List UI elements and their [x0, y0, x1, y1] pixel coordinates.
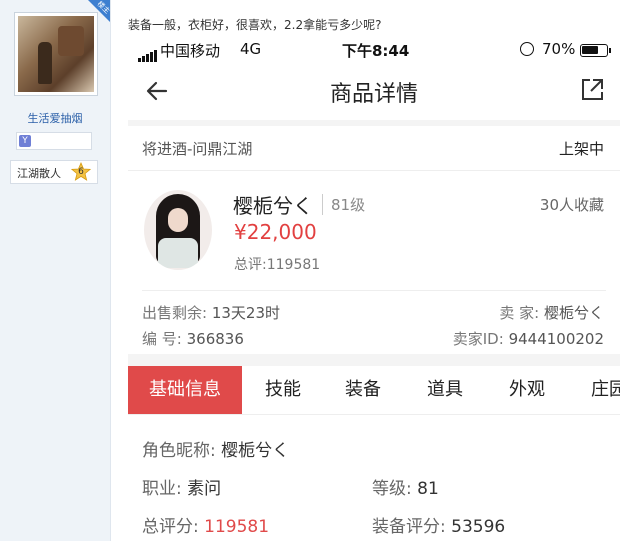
page-title: 商品详情: [329, 82, 418, 107]
character-level: 81级: [322, 194, 365, 215]
total-score-value: 119581: [204, 517, 270, 537]
total-score-label: 总评分:: [142, 517, 199, 537]
time-left-value: 13天23时: [211, 304, 281, 322]
nickname-value: 樱栀兮く: [221, 441, 290, 461]
tab-items[interactable]: 道具: [410, 366, 480, 414]
seller-label: 卖 家:: [499, 304, 540, 322]
level-label: 等级:: [372, 479, 412, 499]
rank-star-icon: 6: [70, 161, 92, 182]
clock: 下午8:44: [342, 42, 410, 60]
equip-score-row: 装备评分: 53596: [372, 512, 505, 537]
nickname-label: 角色昵称:: [142, 441, 216, 461]
status-bar: 中国移动 4G 下午8:44 70%: [128, 36, 620, 64]
level-row: 等级: 81: [372, 474, 439, 499]
number-value: 366836: [186, 330, 244, 348]
nav-bar: 商品详情: [128, 64, 620, 121]
user-rank: 江湖散人 6: [10, 160, 98, 184]
server-name: 将进酒-问鼎江湖: [142, 140, 253, 158]
op-badge: 楼主: [88, 0, 110, 22]
seller-id: 卖家ID: 9444100202: [453, 328, 604, 349]
seller-value: 樱栀兮く: [543, 304, 604, 322]
network-type: 4G: [240, 40, 262, 58]
tab-bar: 基础信息 技能 装备 道具 外观 庄园: [128, 366, 620, 415]
tab-manor[interactable]: 庄园: [574, 366, 620, 414]
total-score: 总评:119581: [234, 257, 321, 273]
item-number: 编 号: 366836: [142, 328, 244, 349]
tab-skills[interactable]: 技能: [248, 366, 318, 414]
favorite-count: 30人收藏: [539, 196, 604, 214]
nickname-row: 角色昵称: 樱栀兮く: [142, 436, 289, 461]
signal-icon: [138, 44, 158, 62]
rank-title: 江湖散人: [17, 167, 61, 180]
battery-percent: 70%: [542, 40, 576, 58]
post-text: 装备一般，衣柜好，很喜欢，2.2拿能亏多少呢?: [128, 18, 382, 32]
time-left-label: 出售剩余:: [142, 304, 208, 322]
user-avatar[interactable]: [14, 12, 98, 96]
sale-status: 上架中: [558, 140, 604, 158]
job-row: 职业: 素问: [142, 474, 221, 499]
rotation-lock-icon: [520, 42, 534, 56]
character-name: 樱栀兮く: [233, 194, 313, 218]
equip-score-label: 装备评分:: [372, 517, 446, 537]
seller: 卖 家: 樱栀兮く: [499, 302, 604, 323]
share-icon[interactable]: [578, 76, 606, 104]
level-value: 81: [417, 479, 439, 499]
server-row: 将进酒-问鼎江湖 上架中: [128, 126, 620, 171]
level-icon: Y: [19, 135, 31, 147]
tab-equipment[interactable]: 装备: [328, 366, 398, 414]
rank-level: 6: [78, 167, 84, 177]
divider: [142, 290, 606, 291]
total-score-row: 总评分: 119581: [142, 512, 269, 537]
section-gap: [128, 354, 620, 366]
number-label: 编 号:: [142, 330, 182, 348]
seller-id-value: 9444100202: [508, 330, 604, 348]
avatar-image: [18, 16, 94, 92]
username-link[interactable]: 生活爱抽烟: [0, 110, 110, 126]
time-left: 出售剩余: 13天23时: [142, 302, 280, 323]
forum-user-panel: 楼主 生活爱抽烟 Y 江湖散人 6: [0, 0, 111, 541]
character-avatar: [144, 190, 212, 270]
price: ¥22,000: [234, 220, 317, 244]
seller-id-label: 卖家ID:: [452, 330, 504, 348]
carrier-name: 中国移动: [160, 42, 221, 60]
equip-score-value: 53596: [451, 517, 506, 537]
user-level-bar: Y: [16, 132, 92, 150]
tab-basic-info[interactable]: 基础信息: [128, 366, 242, 414]
job-value: 素问: [187, 479, 222, 499]
app-screenshot: 中国移动 4G 下午8:44 70% 商品详情 将进酒-问鼎江湖 上架中 樱栀兮…: [128, 36, 620, 541]
job-label: 职业:: [142, 479, 182, 499]
battery-icon: [580, 44, 608, 57]
tab-appearance[interactable]: 外观: [492, 366, 562, 414]
